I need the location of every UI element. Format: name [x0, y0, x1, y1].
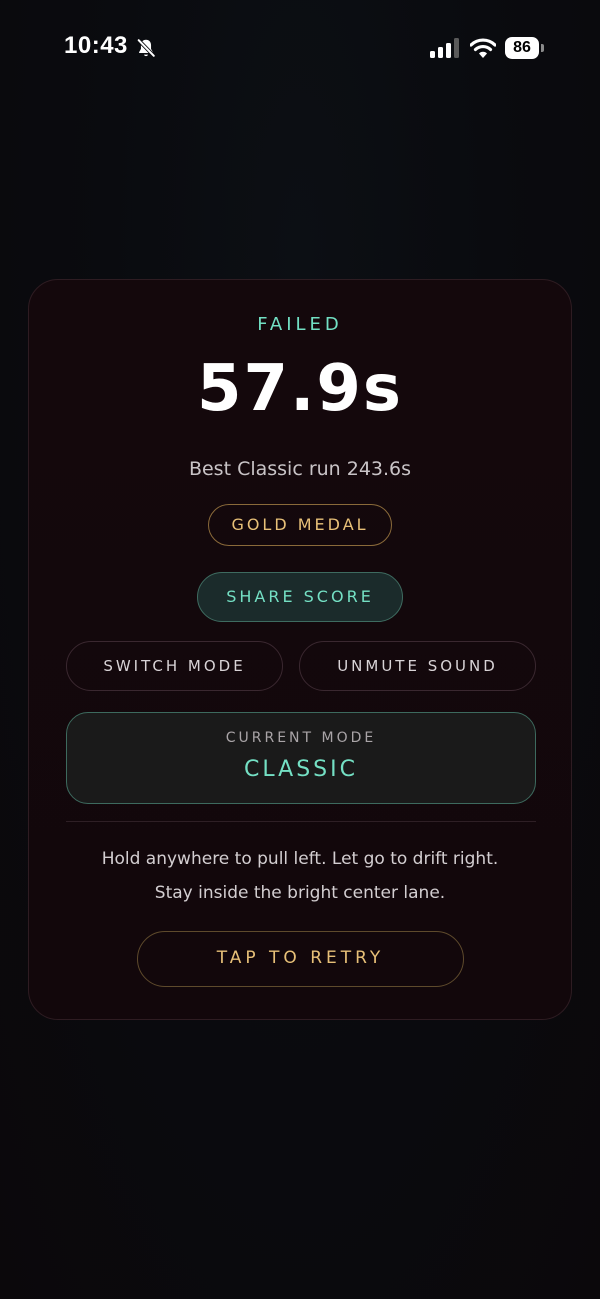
tap-to-retry-button[interactable]: TAP TO RETRY: [137, 931, 464, 987]
status-time: 10:43: [64, 32, 128, 59]
result-status: FAILED: [257, 314, 343, 335]
wifi-icon: [470, 38, 496, 58]
battery-cap: [541, 44, 544, 52]
signal-icon: [430, 38, 459, 58]
battery-icon: 86: [505, 37, 547, 59]
score-value: 57.9s: [197, 352, 403, 426]
share-score-button[interactable]: SHARE SCORE: [197, 572, 403, 622]
battery-level: 86: [505, 37, 539, 59]
current-mode-panel[interactable]: CURRENT MODE CLASSIC: [66, 712, 536, 804]
medal-badge: GOLD MEDAL: [208, 504, 392, 546]
instruction-line: Stay inside the bright center lane.: [154, 883, 446, 903]
instruction-line: Hold anywhere to pull left. Let go to dr…: [101, 849, 499, 869]
current-mode-caption: CURRENT MODE: [225, 730, 377, 746]
result-card: FAILED 57.9s Best Classic run 243.6s GOL…: [28, 279, 572, 1020]
divider: [66, 821, 536, 822]
unmute-sound-button[interactable]: UNMUTE SOUND: [299, 641, 536, 691]
best-run-text: Best Classic run 243.6s: [188, 458, 412, 480]
switch-mode-button[interactable]: SWITCH MODE: [66, 641, 283, 691]
current-mode-value: CLASSIC: [244, 757, 358, 782]
status-bar: 10:43 86: [0, 0, 600, 96]
bell-slash-icon: [137, 38, 156, 58]
